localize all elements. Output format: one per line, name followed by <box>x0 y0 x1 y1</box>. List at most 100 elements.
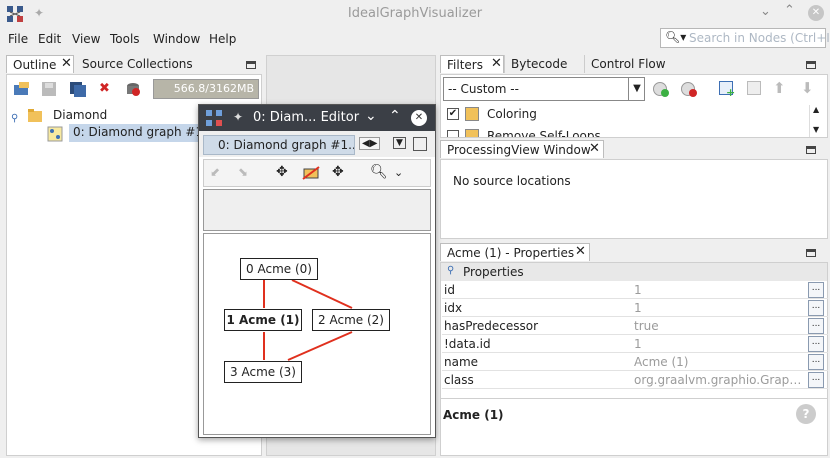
filter-preset-value: -- Custom -- <box>448 82 519 96</box>
processing-tabs: ProcessingView Window ✕ <box>440 140 828 160</box>
graph-node-1[interactable]: 1 Acme (1) <box>224 309 302 331</box>
property-value: org.graalvm.graphio.GraphProtocol$Node <box>634 373 802 387</box>
editor-window: ✦ 0: Diam... Editor ⌄ ⌃ ✕ 0: Diamond gra… <box>198 104 436 438</box>
scroll-down-icon[interactable]: ▼ <box>813 125 819 134</box>
save-all-icon[interactable] <box>69 81 87 100</box>
tab-control-flow-label: Control Flow <box>591 57 666 71</box>
close-icon[interactable]: ✕ <box>589 142 600 155</box>
close-icon[interactable]: ✕ <box>61 57 72 70</box>
menu-edit[interactable]: Edit <box>38 32 61 46</box>
property-key: !data.id <box>444 337 491 351</box>
editor-logo-icon <box>206 110 222 126</box>
property-row[interactable]: idx 1... <box>442 299 828 317</box>
hide-duplicates-icon[interactable] <box>302 166 320 180</box>
center-selected-icon[interactable]: ✥ <box>276 164 288 180</box>
property-row[interactable]: class org.graalvm.graphio.GraphProtocol$N… <box>442 371 828 389</box>
search-icon[interactable]: 🔍︎▾ <box>665 30 686 44</box>
restore-icon[interactable] <box>413 137 427 151</box>
filters-panel: -- Custom -- ▼ + ⬆ ⬇ ✔ Coloring Remove S… <box>440 74 828 138</box>
editor-minimize-icon[interactable]: ⌄ <box>365 108 377 124</box>
close-icon[interactable]: ✕ <box>575 245 586 258</box>
memory-indicator[interactable]: 566.8/3162MB <box>153 79 259 99</box>
tree-toggle-icon[interactable]: ⚲ <box>11 113 18 124</box>
filter-checkbox-remove-self-loops[interactable] <box>447 130 459 137</box>
properties-section[interactable]: ⚲ Properties <box>441 263 827 281</box>
scroll-left-icon[interactable]: ◀▶ <box>359 137 381 150</box>
filter-preset-select[interactable]: -- Custom -- ▼ <box>443 77 645 101</box>
window-maximize-icon[interactable]: ⌃ <box>784 3 795 18</box>
tree-child-label: 0: Diamond graph #1 <box>73 125 204 139</box>
property-row[interactable]: name Acme (1)... <box>442 353 828 371</box>
prev-icon[interactable]: ⬋ <box>210 165 220 179</box>
menu-help[interactable]: Help <box>209 32 236 46</box>
more-icon[interactable]: ⌄ <box>394 166 403 179</box>
tab-processing[interactable]: ProcessingView Window ✕ <box>440 140 604 158</box>
graph-node-3[interactable]: 3 Acme (3) <box>224 361 302 383</box>
tab-control-flow[interactable]: Control Flow <box>584 55 684 73</box>
expand-icon[interactable]: ✥ <box>332 164 344 180</box>
minimize-icon[interactable] <box>806 249 816 257</box>
tab-list-icon[interactable]: ▼ <box>393 137 406 149</box>
properties-footer: Acme (1) <box>443 408 504 422</box>
remove-all-icon[interactable] <box>125 81 141 100</box>
editor-pin-icon[interactable]: ✦ <box>233 110 243 124</box>
window-minimize-icon[interactable]: ⌄ <box>760 4 771 19</box>
graph-node-0[interactable]: 0 Acme (0) <box>240 258 318 280</box>
doc-tab[interactable]: 0: Diamond graph #1... <box>203 135 355 155</box>
minimize-icon[interactable] <box>246 61 256 69</box>
next-icon[interactable]: ⬊ <box>238 165 248 179</box>
tab-filters[interactable]: Filters ✕ <box>440 55 504 73</box>
save-filter-icon[interactable] <box>653 82 669 97</box>
filter-checkbox-coloring[interactable]: ✔ <box>447 108 459 120</box>
search-placeholder: Search in Nodes (Ctrl+I) <box>689 31 830 45</box>
property-edit-button[interactable]: ... <box>808 318 824 334</box>
move-down-icon[interactable]: ⬇ <box>801 79 814 97</box>
property-row[interactable]: hasPredecessor true... <box>442 317 828 335</box>
property-edit-button[interactable]: ... <box>808 336 824 352</box>
delete-filter-icon[interactable] <box>747 81 761 95</box>
add-filter-icon[interactable]: + <box>719 81 735 98</box>
window-close-icon[interactable]: ✕ <box>808 5 824 21</box>
graph-canvas[interactable]: 0 Acme (0) 1 Acme (1) 2 Acme (2) 3 Acme … <box>203 233 431 435</box>
move-up-icon[interactable]: ⬆ <box>773 79 786 97</box>
filter-item-label: Coloring <box>487 107 537 121</box>
tab-source-collections[interactable]: Source Collections <box>76 55 236 73</box>
filter-scrollbar[interactable]: ▲ ▼ <box>809 105 825 137</box>
menu-window[interactable]: Window <box>153 32 200 46</box>
tab-outline[interactable]: Outline ✕ <box>6 55 74 73</box>
chevron-down-icon[interactable]: ▼ <box>628 78 645 100</box>
editor-maximize-icon[interactable]: ⌃ <box>389 108 401 124</box>
properties-tabs: Acme (1) - Properties ✕ <box>440 243 828 263</box>
minimize-icon[interactable] <box>806 61 816 69</box>
collapse-icon[interactable]: ⚲ <box>447 265 454 276</box>
slider-area[interactable] <box>203 189 431 231</box>
zoom-icon[interactable]: 🔍︎ <box>370 164 388 180</box>
property-value: Acme (1) <box>634 355 689 369</box>
folder-icon <box>28 109 42 122</box>
property-edit-button[interactable]: ... <box>808 372 824 388</box>
graph-node-2[interactable]: 2 Acme (2) <box>312 309 390 331</box>
menu-file[interactable]: File <box>8 32 28 46</box>
scroll-up-icon[interactable]: ▲ <box>813 105 819 114</box>
tab-outline-label: Outline <box>13 58 57 72</box>
help-button[interactable]: ? <box>796 404 816 424</box>
minimize-icon[interactable] <box>806 146 816 154</box>
menu-tools[interactable]: Tools <box>110 32 140 46</box>
menu-view[interactable]: View <box>72 32 100 46</box>
tab-properties[interactable]: Acme (1) - Properties ✕ <box>440 243 590 261</box>
editor-close-icon[interactable]: ✕ <box>411 110 427 126</box>
close-icon[interactable]: ✕ <box>491 57 502 70</box>
tab-bytecode[interactable]: Bytecode <box>504 55 584 73</box>
search-input[interactable]: 🔍︎▾ Search in Nodes (Ctrl+I) <box>660 28 830 48</box>
tree-root-label[interactable]: Diamond <box>53 108 107 122</box>
save-icon[interactable] <box>41 81 57 100</box>
remove-filter-icon[interactable] <box>681 82 697 97</box>
property-edit-button[interactable]: ... <box>808 354 824 370</box>
property-value: 1 <box>634 283 642 297</box>
import-icon[interactable] <box>13 81 31 100</box>
property-row[interactable]: id 1... <box>442 281 828 299</box>
property-edit-button[interactable]: ... <box>808 282 824 298</box>
remove-icon[interactable]: ✖ <box>99 81 110 96</box>
property-edit-button[interactable]: ... <box>808 300 824 316</box>
property-row[interactable]: !data.id 1... <box>442 335 828 353</box>
